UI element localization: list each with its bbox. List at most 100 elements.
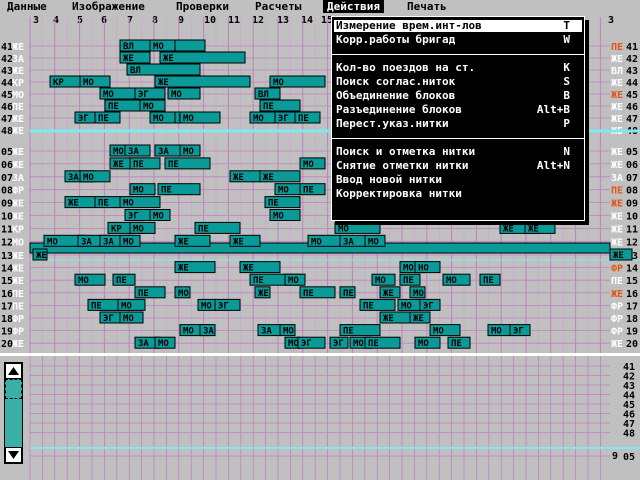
hour-tick-label: 8: [152, 15, 158, 26]
train-thread-label: МО: [143, 102, 154, 112]
row-number-right: 42: [626, 54, 638, 65]
train-thread-label: ПЕ: [268, 199, 279, 209]
row-code-right: ПЕ: [611, 186, 623, 197]
train-thread-label: ЗА: [261, 327, 272, 337]
dropdown-item-label: Снятие отметки нитки: [336, 159, 469, 172]
row-code-right: ЖЕ: [611, 54, 623, 65]
row-code-right: ЖЕ: [611, 102, 623, 113]
train-thread-label: МО: [183, 114, 194, 124]
row-code-right: ЖЕ: [611, 160, 623, 171]
train-thread-label: МО: [178, 289, 189, 299]
train-graph-lower-canvas[interactable]: 4142434445464748059: [0, 356, 640, 480]
train-thread-label: МО: [133, 224, 144, 234]
menu-1[interactable]: Изображение: [68, 0, 149, 13]
row-code-left: ЖЕ: [12, 114, 24, 125]
train-thread-label: МО: [133, 186, 144, 196]
row-code-right: ЖЕ: [611, 224, 623, 235]
hour-tick-label: 7: [127, 15, 133, 26]
train-thread-label: ПЕ: [343, 289, 354, 299]
row-code-left: ЖЕ: [12, 339, 24, 350]
train-thread-label: ПЕ: [483, 276, 494, 286]
hour-tick-label: 3: [608, 15, 614, 26]
train-thread-label: МО: [433, 327, 444, 337]
train-thread-label: ВЛ: [258, 90, 269, 100]
row-code-right: ЖЕ: [611, 78, 623, 89]
dropdown-item[interactable]: Поиск соглас.ниток S: [334, 76, 582, 88]
dropdown-item[interactable]: Корректировка нитки: [334, 188, 582, 200]
scroll-up-button[interactable]: [5, 363, 22, 379]
row-code-right: ВЛ: [611, 66, 623, 77]
train-thread-label: МО: [491, 327, 502, 337]
train-thread-label: ЖЕ: [383, 314, 394, 324]
row-number-right: 05: [626, 147, 638, 158]
train-thread-label: ЖЕ: [158, 78, 169, 88]
train-thread-label: ЖЕ: [68, 199, 79, 209]
row-code-right: ЖЕ: [611, 289, 623, 300]
dropdown-item-label: Поиск и отметка нитки: [336, 145, 476, 158]
train-thread-label: МО: [158, 339, 169, 349]
train-thread-label: ЗА: [68, 173, 79, 183]
row-code-left: ЖЕ: [12, 147, 24, 158]
row-code-right: ФР: [611, 264, 623, 275]
menu-2[interactable]: Проверки: [172, 0, 233, 13]
dropdown-item-label: Кол-во поездов на ст.: [336, 61, 476, 74]
row-code-right: ЖЕ: [611, 339, 623, 350]
train-thread-label: МО: [123, 199, 134, 209]
train-thread-label: ПЕ: [451, 339, 462, 349]
dropdown-item-shortcut: Alt+N: [536, 159, 570, 172]
row-number-right: 43: [626, 66, 638, 77]
row-code-right: ЖЕ: [611, 90, 623, 101]
train-thread-label: ЭГ: [278, 114, 289, 124]
vertical-scrollbar[interactable]: [4, 362, 23, 464]
scroll-down-button[interactable]: [5, 447, 22, 463]
train-thread-label: ПЕ: [108, 102, 119, 112]
train-thread-label: ЖЕ: [263, 173, 274, 183]
row-code-left: ФР: [12, 186, 24, 197]
dropdown-item[interactable]: Разъединение блоков Alt+B: [334, 104, 582, 116]
row-code-right: ЖЕ: [611, 199, 623, 210]
row-code-right: ПЕ: [611, 276, 623, 287]
menu-3[interactable]: Расчеты: [251, 0, 305, 13]
row-number-right: 46: [626, 102, 638, 113]
dropdown-item[interactable]: Измерение врем.инт-лов T: [334, 20, 582, 32]
train-thread-label: ПЕ: [368, 339, 379, 349]
row-code-right: ПЕ: [611, 42, 623, 53]
menu-0[interactable]: Данные: [3, 0, 51, 13]
train-thread-label: ЖЕ: [113, 160, 124, 170]
row-code-left: ЗА: [12, 173, 24, 184]
menu-4[interactable]: Действия: [323, 0, 384, 13]
train-thread-label: ЭГ: [301, 339, 312, 349]
actions-dropdown-menu: Измерение врем.инт-лов T Корр.работы брига…: [331, 16, 585, 221]
row-code-right: ЖЕ: [611, 237, 623, 248]
train-thread-label: ПЕ: [138, 289, 149, 299]
train-thread-label: ЗА: [158, 147, 169, 157]
train-thread-label: МО: [153, 212, 164, 222]
row-number-right: 15: [626, 276, 638, 287]
train-graph-lower[interactable]: 41 42 43 44 45 46 47 48 05 9: [0, 356, 640, 480]
row-code-left: ПЕ: [12, 289, 24, 300]
train-thread-label: МО: [353, 339, 364, 349]
train-thread-label: МО: [283, 327, 294, 337]
train-thread-label: МО: [83, 173, 94, 183]
dropdown-item-label: Корректировка нитки: [336, 187, 462, 200]
dropdown-item[interactable]: Кол-во поездов на ст. K: [334, 62, 582, 74]
dropdown-item-shortcut: B: [563, 89, 570, 102]
dropdown-item[interactable]: Объединение блоков B: [334, 90, 582, 102]
dropdown-item[interactable]: Ввод новой нитки: [334, 174, 582, 186]
train-thread-label: МО: [123, 314, 134, 324]
dropdown-item-shortcut: N: [563, 145, 570, 158]
row-number-right: 45: [626, 90, 638, 101]
train-thread-label: МО: [403, 264, 414, 274]
row-number-right: 08: [626, 186, 638, 197]
dropdown-item[interactable]: Корр.работы бригад W: [334, 34, 582, 46]
scroll-thumb[interactable]: [5, 379, 22, 399]
menu-5[interactable]: Печать: [403, 0, 451, 13]
dropdown-item[interactable]: Снятие отметки нитки Alt+N: [334, 160, 582, 172]
dropdown-item[interactable]: Поиск и отметка нитки N: [334, 146, 582, 158]
train-thread-label: ЗА: [203, 327, 214, 337]
train-thread-label: ПЕ: [263, 102, 274, 112]
dropdown-item[interactable]: Перест.указ.нитки P: [334, 118, 582, 130]
train-thread-block[interactable]: [154, 75, 251, 88]
train-thread-label: ПЕ: [303, 186, 314, 196]
dropdown-item-label: Объединение блоков: [336, 89, 456, 102]
